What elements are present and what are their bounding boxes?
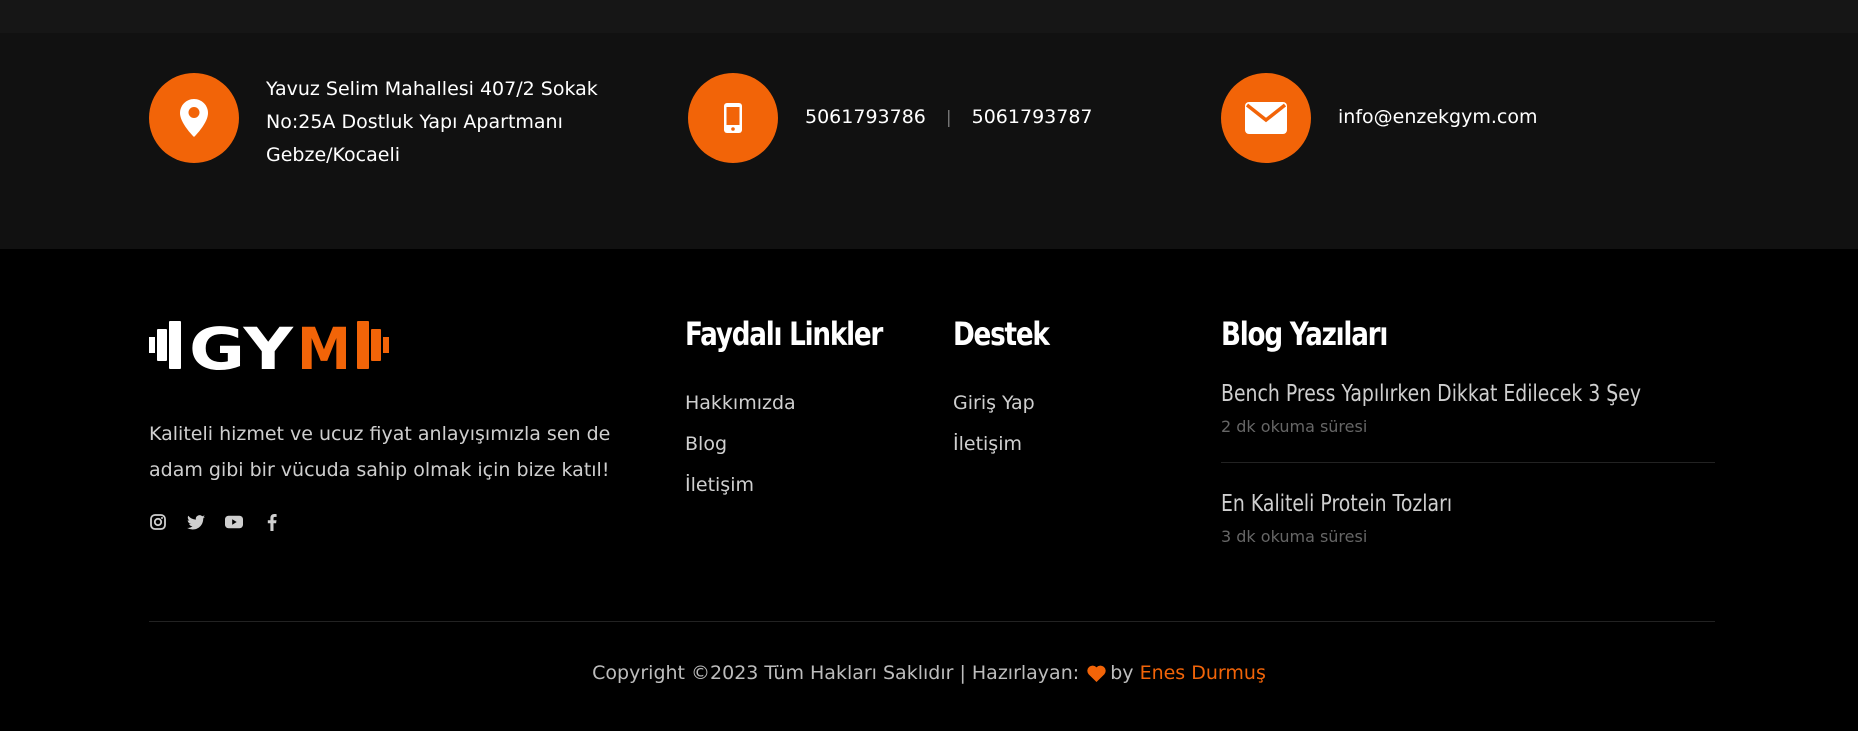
blog-post-title[interactable]: En Kaliteli Protein Tozları — [1221, 491, 1626, 517]
phone-number-2[interactable]: 5061793787 — [972, 106, 1093, 128]
map-pin-icon — [149, 73, 239, 163]
phone-numbers: 5061793786 | 5061793787 — [805, 101, 1093, 135]
blog-post-title[interactable]: Bench Press Yapılırken Dikkat Edilecek 3… — [1221, 381, 1641, 407]
contact-email: info@enzekgym.com — [1221, 73, 1537, 163]
copyright-by: by — [1110, 662, 1134, 684]
blog-divider — [1221, 462, 1715, 463]
footer-main: GY M Kaliteli hizmet ve ucuz fiyat anlay… — [0, 249, 1858, 731]
address-line-3: Gebze/Kocaeli — [266, 144, 401, 166]
address-line-2: No:25A Dostluk Yapı Apartmanı — [266, 111, 563, 133]
contact-address: Yavuz Selim Mahallesi 407/2 Sokak No:25A… — [149, 73, 598, 172]
logo-text-white: GY — [189, 315, 294, 375]
top-strip — [0, 0, 1858, 33]
support-links-list: Giriş Yap İletişim — [953, 391, 1035, 473]
facebook-icon[interactable] — [263, 513, 281, 531]
link-contact[interactable]: İletişim — [685, 473, 796, 514]
blog-post-read-time: 2 dk okuma süresi — [1221, 417, 1368, 436]
blog-title: Blog Yazıları — [1221, 315, 1388, 353]
blog-post[interactable]: Bench Press Yapılırken Dikkat Edilecek 3… — [1221, 381, 1715, 436]
mobile-phone-icon — [688, 73, 778, 163]
instagram-icon[interactable] — [149, 513, 167, 531]
email-text[interactable]: info@enzekgym.com — [1338, 101, 1537, 134]
footer-divider — [149, 621, 1715, 622]
link-about[interactable]: Hakkımızda — [685, 391, 796, 432]
about-text: Kaliteli hizmet ve ucuz fiyat anlayışımı… — [149, 423, 611, 481]
logo-text-accent: M — [297, 315, 351, 375]
link-blog[interactable]: Blog — [685, 432, 796, 473]
link-login[interactable]: Giriş Yap — [953, 391, 1035, 432]
useful-links-title: Faydalı Linkler — [685, 315, 883, 353]
copyright: Copyright ©2023 Tüm Hakları Saklıdır | H… — [0, 662, 1858, 687]
twitter-icon[interactable] — [187, 513, 205, 531]
useful-links-list: Hakkımızda Blog İletişim — [685, 391, 796, 514]
phone-number-1[interactable]: 5061793786 — [805, 106, 926, 128]
contact-phone: 5061793786 | 5061793787 — [688, 73, 1093, 163]
contact-band: Yavuz Selim Mahallesi 407/2 Sokak No:25A… — [0, 33, 1858, 249]
blog-post-read-time: 3 dk okuma süresi — [1221, 527, 1368, 546]
address-text: Yavuz Selim Mahallesi 407/2 Sokak No:25A… — [266, 73, 598, 172]
blog-post[interactable]: En Kaliteli Protein Tozları 3 dk okuma s… — [1221, 491, 1715, 546]
envelope-icon — [1221, 73, 1311, 163]
link-support-contact[interactable]: İletişim — [953, 432, 1035, 473]
copyright-text: Copyright ©2023 Tüm Hakları Saklıdır | H… — [592, 662, 1080, 684]
gym-logo[interactable]: GY M — [149, 315, 401, 383]
heart-icon — [1087, 665, 1106, 687]
support-title: Destek — [953, 315, 1050, 353]
phone-separator: | — [945, 108, 952, 128]
author-link[interactable]: Enes Durmuş — [1140, 662, 1266, 684]
address-line-1: Yavuz Selim Mahallesi 407/2 Sokak — [266, 78, 598, 100]
youtube-icon[interactable] — [225, 513, 243, 531]
social-links — [149, 513, 281, 531]
